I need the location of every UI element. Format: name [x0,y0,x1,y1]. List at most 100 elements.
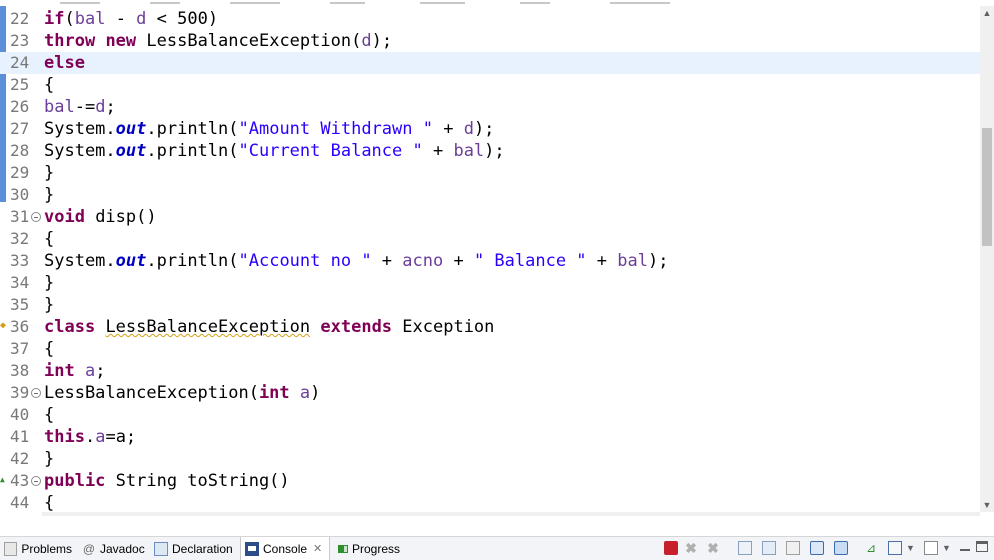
code-text[interactable]: public String toString() [44,470,290,492]
code-line[interactable]: 24 else [0,52,980,74]
code-line[interactable]: 25 { [0,74,980,96]
code-line[interactable]: 33 System.out.println("Account no " + acn… [0,250,980,272]
code-token: bal [617,251,648,271]
code-token: out [115,141,147,161]
fold-toggle-icon[interactable] [31,388,41,398]
code-token: int [258,383,290,403]
code-line[interactable]: 29} [0,162,980,184]
code-line[interactable]: 34} [0,272,980,294]
code-line[interactable]: 38 int a; [0,360,980,382]
tab-declaration[interactable]: Declaration [150,537,238,560]
horizontal-scrollbar[interactable]: ‹ › [42,512,980,516]
code-token: bal [453,141,485,161]
display-console-icon[interactable] [888,541,902,555]
code-text[interactable]: { [44,74,54,96]
code-text[interactable]: } [44,448,54,470]
code-text[interactable]: { [44,338,54,360]
code-line[interactable]: 42} [0,448,980,470]
warning-marker-icon[interactable]: ◆ [0,320,10,332]
line-number: 32 [10,229,30,248]
show-console-on-output-icon[interactable] [786,541,800,555]
line-number: 38 [10,361,30,380]
editor-top-strip [0,0,980,6]
tab-label: Javadoc [100,541,145,556]
code-token: d [361,31,372,51]
code-line[interactable]: 31 void disp() [0,206,980,228]
code-line[interactable]: ◆ 36 class LessBalanceException extends Ex… [0,316,980,338]
code-token: System. [44,251,116,271]
code-line[interactable]: 23 throw new LessBalanceException(d); [0,30,980,52]
code-text[interactable]: } [44,184,54,206]
remove-all-terminated-icon[interactable]: ✖ [706,541,720,555]
code-token: disp() [84,207,157,227]
code-line[interactable]: 40 { [0,404,980,426]
scroll-right-icon[interactable]: › [964,512,980,516]
open-console-icon[interactable] [924,541,938,555]
line-number: 44 [10,493,30,512]
display-console-dropdown-icon[interactable]: ▼ [906,541,915,555]
code-text[interactable]: throw new LessBalanceException(d); [44,30,392,52]
scroll-lock-icon[interactable] [738,541,752,555]
open-console-dropdown-icon[interactable]: ▼ [942,541,951,555]
maximize-icon[interactable] [976,541,988,552]
fold-toggle-icon[interactable] [31,212,41,222]
tab-problems[interactable]: Problems [0,537,76,560]
tab-console[interactable]: Console ✕ [240,537,330,560]
vertical-scroll-thumb[interactable] [982,128,992,246]
code-token: void [44,207,85,227]
code-text[interactable]: { [44,492,54,514]
line-number: 28 [10,141,30,160]
minimize-icon[interactable] [960,543,970,551]
code-text[interactable]: { [44,404,54,426]
tab-progress[interactable]: Progress [334,537,404,560]
code-line[interactable]: 35} [0,294,980,316]
code-text[interactable]: void disp() [44,206,157,228]
code-text[interactable]: System.out.println("Current Balance " + … [44,140,505,162]
code-text[interactable]: LessBalanceException(int a) [44,382,320,404]
code-token: class [44,317,96,337]
code-text[interactable]: if(bal - d < 500) [44,8,218,30]
code-text[interactable]: int a; [44,360,105,382]
vertical-scrollbar[interactable]: ▲ ▼ [980,6,994,512]
word-wrap-icon[interactable] [762,541,776,555]
code-text[interactable]: else [44,52,85,74]
code-text[interactable]: System.out.println("Amount Withdrawn " +… [44,118,494,140]
code-editor[interactable]: 22 if(bal - d < 500) 23 throw new LessBalan… [0,0,994,516]
code-line[interactable]: 30} [0,184,980,206]
code-line[interactable]: ▲ 43 public String toString() [0,470,980,492]
code-token: ); [473,119,495,139]
tab-javadoc[interactable]: @ Javadoc [78,537,152,560]
show-on-stderr-icon[interactable] [834,541,848,555]
code-text[interactable]: this.a=a; [44,426,136,448]
pin-console-icon[interactable]: ⊿ [864,541,878,555]
code-token: if [44,9,65,29]
code-line[interactable]: 26 bal-=d; [0,96,980,118]
terminate-icon[interactable] [664,541,678,555]
code-line[interactable]: 41 this.a=a; [0,426,980,448]
code-line[interactable]: 39 LessBalanceException(int a) [0,382,980,404]
override-marker-icon[interactable]: ▲ [0,474,10,486]
code-text[interactable]: } [44,162,54,184]
close-tab-icon[interactable]: ✕ [313,542,322,555]
code-line[interactable]: 27 System.out.println("Amount Withdrawn "… [0,118,980,140]
code-line[interactable]: 32 { [0,228,980,250]
code-line[interactable]: 28 System.out.println("Current Balance " … [0,140,980,162]
code-line[interactable]: 44 { [0,492,980,514]
code-token: "Amount Withdrawn " [238,119,433,139]
code-text[interactable]: { [44,228,54,250]
fold-toggle-icon[interactable] [31,476,41,486]
code-text[interactable]: class LessBalanceException extends Excep… [44,316,494,338]
scroll-left-icon[interactable]: ‹ [42,512,58,516]
code-text[interactable]: bal-=d; [44,96,116,118]
code-text[interactable]: } [44,272,54,294]
show-on-stdout-icon[interactable] [810,541,824,555]
code-token: this [44,427,85,447]
code-line[interactable]: 22 if(bal - d < 500) [0,8,980,30]
scroll-up-icon[interactable]: ▲ [980,6,994,20]
code-text[interactable]: } [44,294,54,316]
code-text[interactable]: System.out.println("Account no " + acno … [44,250,668,272]
remove-launch-icon[interactable]: ✖ [684,541,698,555]
code-line[interactable]: 37 { [0,338,980,360]
scroll-down-icon[interactable]: ▼ [980,498,994,512]
code-token: acno [402,251,444,271]
